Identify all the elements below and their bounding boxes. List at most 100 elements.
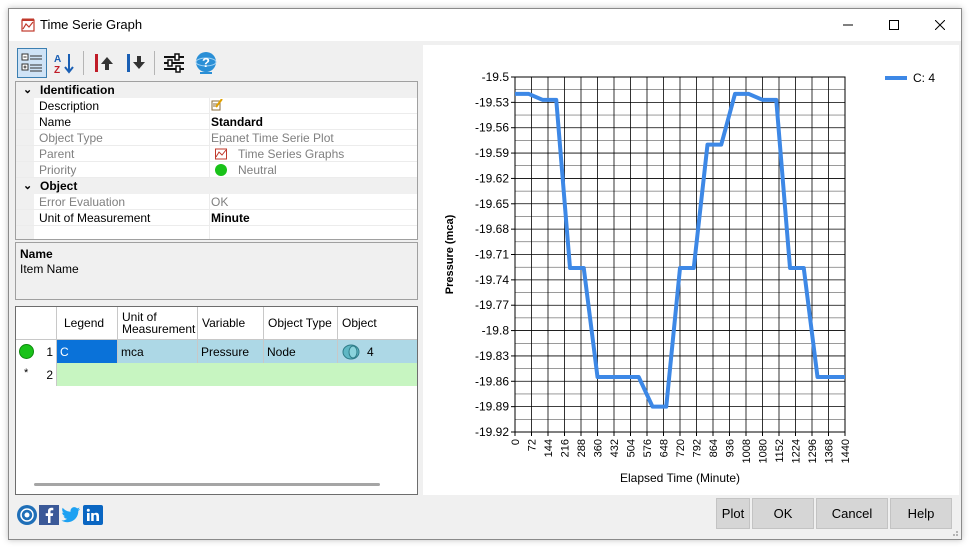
maximize-button[interactable]	[871, 9, 917, 41]
horizontal-scrollbar[interactable]	[34, 483, 380, 486]
y-tick-label: -19.92	[475, 425, 509, 439]
object-cell[interactable]: 4	[338, 340, 417, 363]
drop-logo-icon	[20, 508, 34, 522]
legend-label: C: 4	[913, 71, 935, 85]
move-down-icon	[127, 54, 145, 72]
svg-text:?: ?	[202, 55, 210, 70]
y-tick-label: -19.77	[475, 298, 509, 312]
description-title: Name	[20, 247, 53, 261]
y-tick-label: -19.71	[475, 248, 509, 262]
chevron-down-icon[interactable]: ⌄	[23, 179, 32, 192]
table-row-new[interactable]: * 2	[16, 363, 417, 386]
column-header-object-type[interactable]: Object Type	[264, 307, 338, 340]
category-object[interactable]: ⌄ Object	[16, 178, 417, 194]
toolbar-separator	[154, 51, 155, 75]
property-grid: ⌄ Identification Description Name Standa…	[15, 81, 418, 240]
pressure-time-chart: -19.5 -19.53 -19.56 -19.59 -19.62 -19.65 -19.6…	[444, 70, 935, 485]
minimize-button[interactable]	[825, 9, 871, 41]
property-priority[interactable]: Priority Neutral	[16, 162, 417, 178]
maximize-icon	[889, 20, 899, 30]
property-name[interactable]: Name Standard	[16, 114, 417, 130]
chart-panel: -19.5 -19.53 -19.56 -19.59 -19.62 -19.65 -19.6…	[423, 45, 959, 495]
alphabetical-sort-button[interactable]: A Z	[49, 48, 79, 78]
close-icon	[935, 20, 945, 30]
graph-folder-icon	[215, 148, 227, 160]
column-header-legend[interactable]: Legend	[57, 307, 118, 340]
move-up-button[interactable]	[88, 48, 118, 78]
series-grid: Legend Unit of Measurement Variable Obje…	[15, 306, 418, 495]
x-tick-label: 504	[626, 439, 638, 457]
y-tick-label: -19.74	[475, 273, 509, 287]
move-down-button[interactable]	[120, 48, 150, 78]
x-tick-label: 1008	[741, 439, 753, 463]
column-header-variable[interactable]: Variable	[198, 307, 264, 340]
resize-grip-icon[interactable]	[949, 527, 959, 537]
graph-app-icon	[21, 18, 35, 32]
x-tick-label: 720	[675, 439, 687, 457]
x-tick-label: 216	[560, 439, 572, 457]
property-toolbar: A Z ?	[17, 47, 221, 79]
table-row[interactable]: 1 C mca Pressure Node 4	[16, 340, 417, 363]
x-tick-label: 648	[659, 439, 671, 457]
cancel-button[interactable]: Cancel	[816, 498, 888, 529]
property-description[interactable]: Description	[16, 98, 417, 114]
x-tick-label: 936	[725, 439, 737, 457]
toolbar-separator	[83, 51, 84, 75]
property-error-evaluation[interactable]: Error Evaluation OK	[16, 194, 417, 210]
y-axis-label: Pressure (mca)	[444, 214, 456, 294]
help-toolbar-button[interactable]: ?	[191, 48, 221, 78]
linkedin-in-glyph	[86, 508, 99, 521]
settings-button[interactable]	[159, 48, 189, 78]
twitter-icon[interactable]	[61, 505, 81, 525]
minimize-icon	[843, 24, 853, 26]
column-header-object[interactable]: Object	[338, 307, 417, 340]
facebook-icon[interactable]	[39, 505, 59, 525]
svg-text:Z: Z	[54, 65, 60, 74]
close-button[interactable]	[917, 9, 961, 41]
status-green-icon	[215, 164, 227, 176]
property-description-panel: Name Item Name	[15, 242, 418, 300]
y-tick-label: -19.83	[475, 349, 509, 363]
node-icon	[342, 344, 360, 360]
property-unit-of-measurement[interactable]: Unit of Measurement Minute	[16, 210, 417, 226]
linkedin-icon[interactable]	[83, 505, 103, 525]
help-button[interactable]: Help	[890, 498, 952, 529]
y-tick-label: -19.86	[475, 374, 509, 388]
svg-text:A: A	[54, 54, 61, 65]
property-object-type[interactable]: Object Type Epanet Time Serie Plot	[16, 130, 417, 146]
plot-button[interactable]: Plot	[716, 498, 750, 529]
column-header-unit[interactable]: Unit of Measurement	[118, 307, 198, 340]
edit-note-icon	[211, 98, 223, 111]
sliders-icon	[164, 53, 184, 73]
x-tick-label: 432	[609, 439, 621, 457]
row-header-corner	[16, 307, 57, 340]
x-axis-label: Elapsed Time (Minute)	[620, 471, 740, 485]
social-links	[17, 504, 103, 526]
category-identification[interactable]: ⌄ Identification	[16, 82, 417, 98]
ok-button[interactable]: OK	[752, 498, 814, 529]
object-type-cell[interactable]: Node	[264, 340, 338, 363]
x-tick-label: 0	[510, 439, 522, 445]
x-tick-label: 1440	[840, 439, 852, 463]
categorized-list-icon	[21, 53, 42, 72]
x-tick-label: 288	[576, 439, 588, 457]
twitter-bird-glyph	[61, 507, 80, 523]
sort-az-icon: A Z	[54, 54, 74, 74]
status-green-icon	[19, 344, 34, 359]
x-tick-label: 72	[527, 439, 539, 451]
variable-cell[interactable]: Pressure	[198, 340, 264, 363]
help-globe-icon: ?	[195, 52, 217, 74]
x-tick-label: 1368	[824, 439, 836, 463]
unit-cell[interactable]: mca	[118, 340, 198, 363]
new-row-cells[interactable]	[57, 363, 417, 386]
time-serie-graph-window: Time Serie Graph A Z ? ⌄ Identification …	[8, 8, 962, 540]
chevron-down-icon[interactable]: ⌄	[23, 83, 32, 96]
edit-description-icon[interactable]	[211, 98, 223, 114]
app-logo-icon[interactable]	[17, 505, 37, 525]
categorized-view-button[interactable]	[17, 48, 47, 78]
x-tick-label: 792	[692, 439, 704, 457]
new-row-star-icon: *	[24, 367, 29, 379]
legend-cell[interactable]: C	[57, 340, 118, 363]
property-parent[interactable]: Parent Time Series Graphs	[16, 146, 417, 162]
y-tick-label: -19.8	[482, 324, 510, 338]
